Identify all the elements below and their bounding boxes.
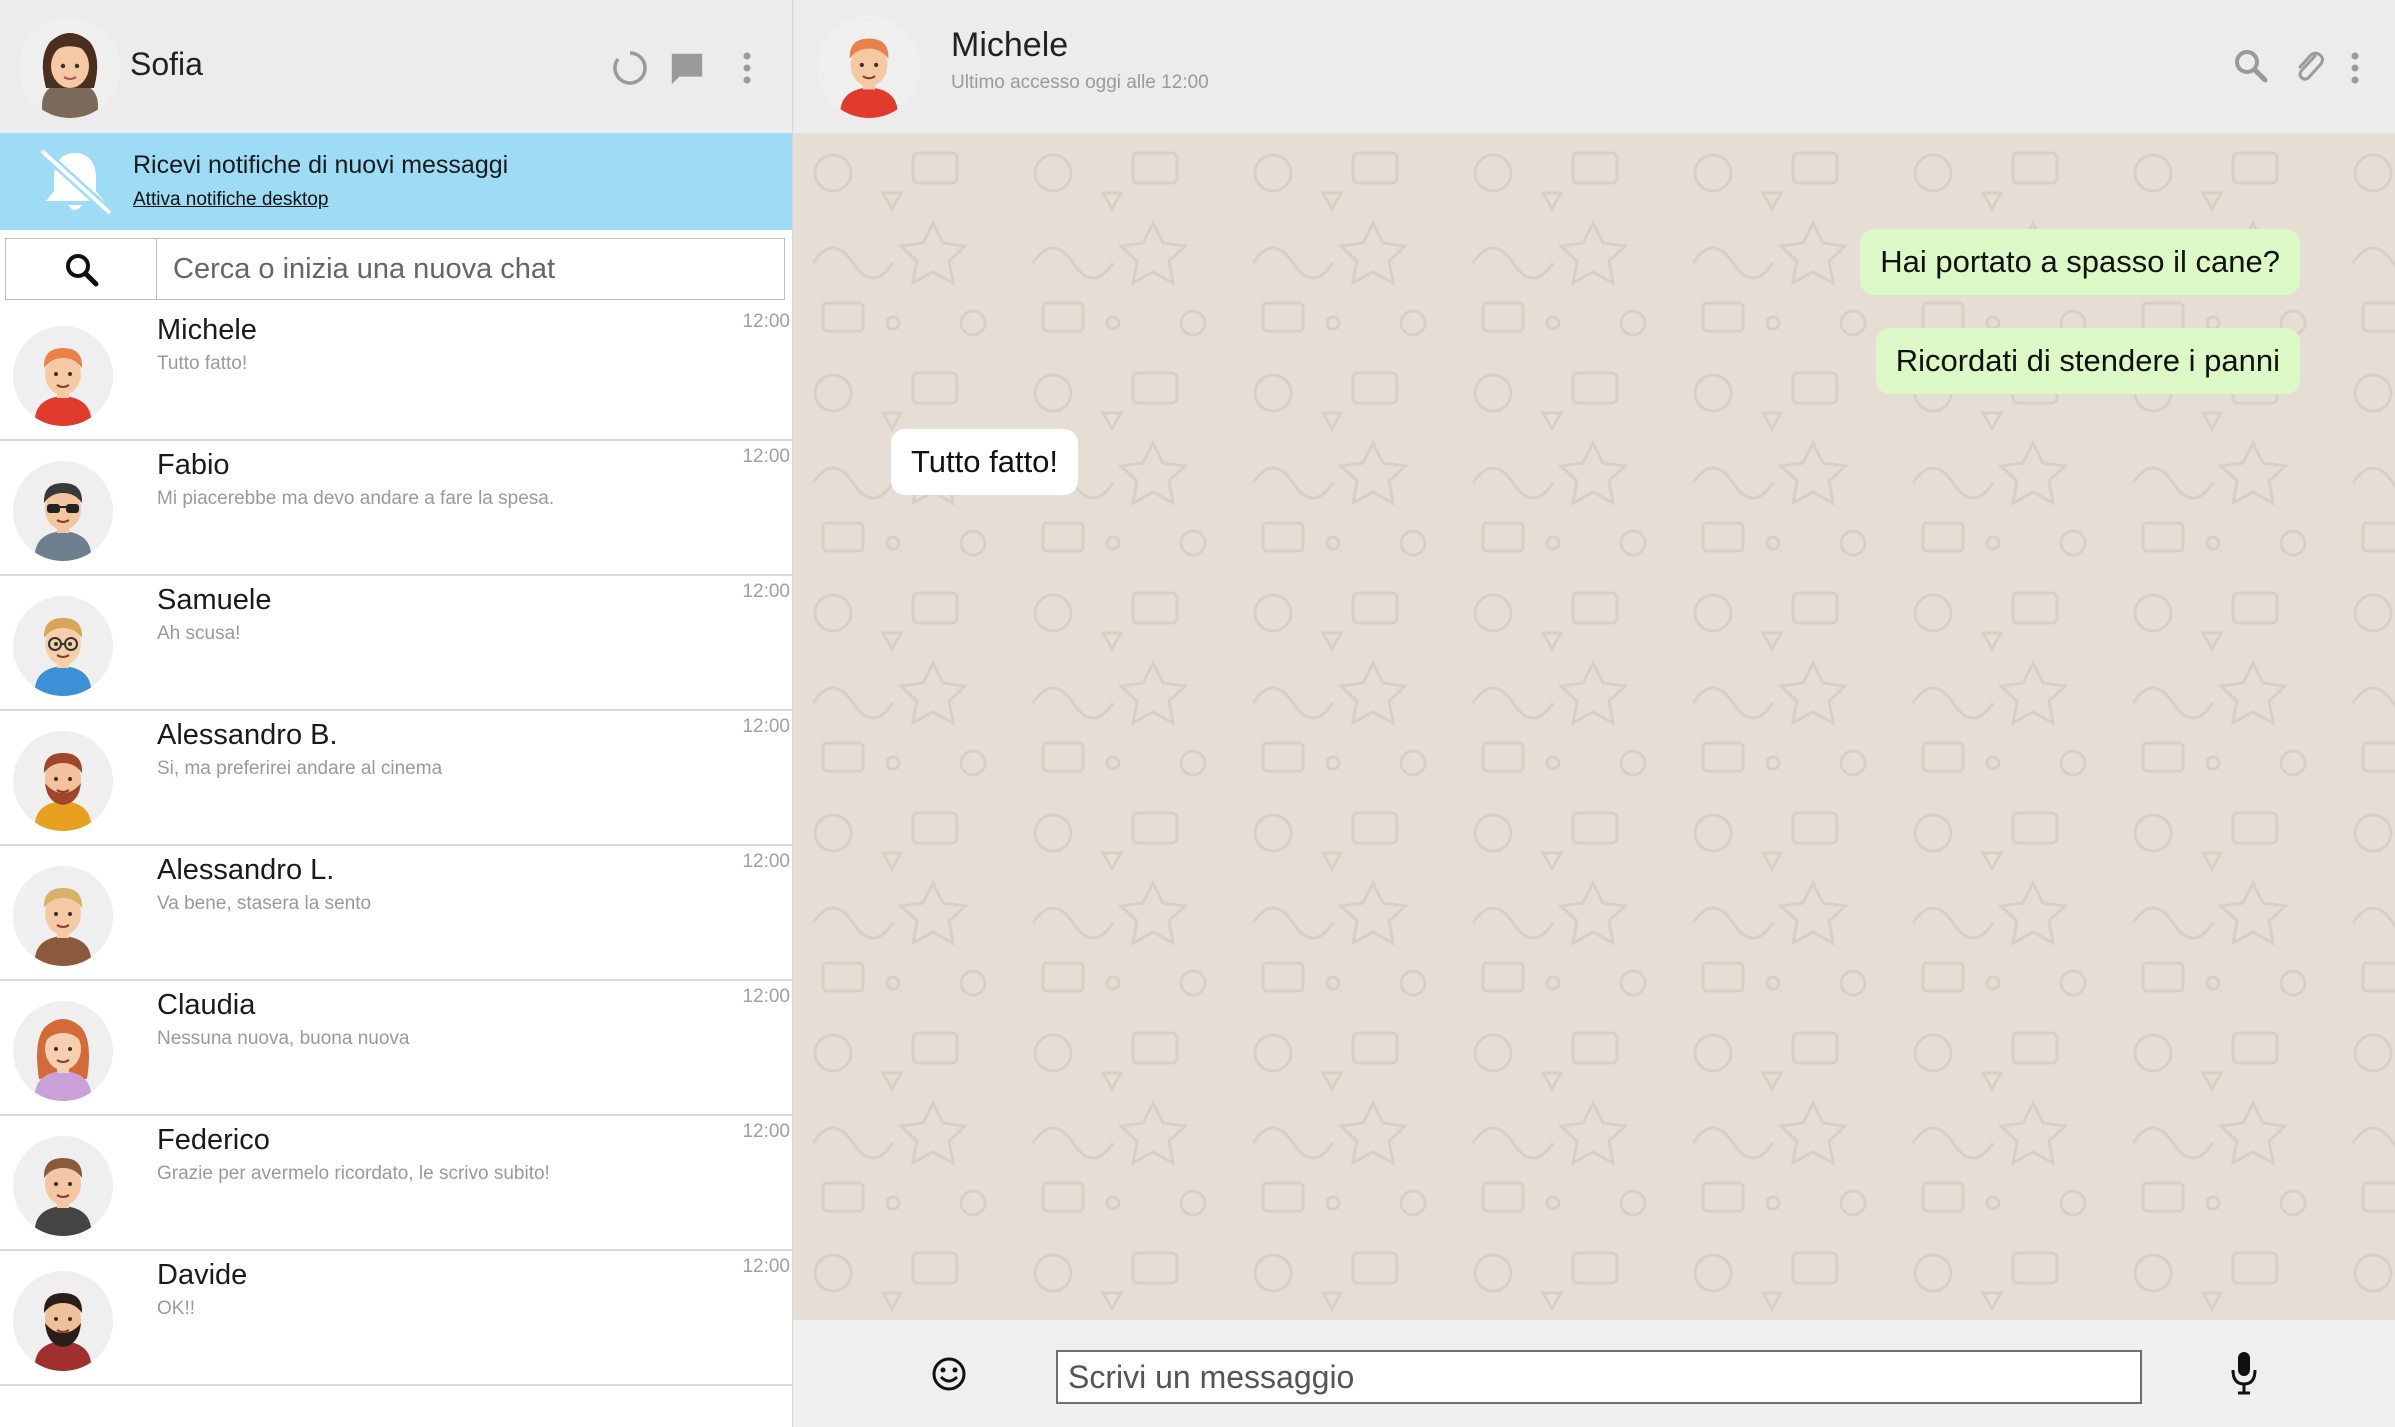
chat-last-message: Si, ma preferirei andare al cinema (157, 758, 443, 779)
chat-list-item[interactable]: Alessandro B. Si, ma preferirei andare a… (0, 711, 792, 846)
contact-avatar[interactable] (818, 16, 920, 118)
chat-list-item[interactable]: Alessandro L. Va bene, stasera la sento … (0, 846, 792, 981)
message-bubble-sent[interactable]: Hai portato a spasso il cane? (1860, 229, 2300, 295)
chat-list: Michele Tutto fatto! 12:00 Fabio Mi piac… (0, 306, 792, 1386)
chat-contact-name: Fabio (157, 449, 230, 481)
left-header: Sofia (0, 0, 792, 133)
chat-contact-name: Davide (157, 1259, 248, 1291)
contact-avatar (13, 461, 113, 561)
message-input[interactable] (1056, 1350, 2142, 1404)
contact-name[interactable]: Michele (951, 26, 1068, 65)
chat-contact-name: Alessandro B. (157, 719, 338, 751)
my-avatar[interactable] (20, 18, 120, 118)
message-area[interactable]: Hai portato a spasso il cane? Ricordati … (793, 133, 2395, 1320)
bell-off-icon (30, 147, 120, 217)
chat-last-message: Ah scusa! (157, 623, 241, 644)
chat-contact-name: Samuele (157, 584, 272, 616)
conversation-header: Michele Ultimo accesso oggi alle 12:00 (793, 0, 2395, 133)
chat-contact-name: Federico (157, 1124, 270, 1156)
chat-list-item[interactable]: Fabio Mi piacerebbe ma devo andare a far… (0, 441, 792, 576)
contact-avatar (13, 866, 113, 966)
chat-list-panel: Sofia Ricevi notifiche di nuovi messaggi… (0, 0, 793, 1427)
chat-contact-name: Michele (157, 314, 257, 346)
chat-contact-name: Alessandro L. (157, 854, 335, 886)
chat-timestamp: 12:00 (742, 581, 790, 602)
chat-list-item[interactable]: Michele Tutto fatto! 12:00 (0, 306, 792, 441)
chat-last-message: Va bene, stasera la sento (157, 893, 372, 914)
chat-contact-name: Claudia (157, 989, 256, 1021)
new-chat-icon[interactable] (668, 50, 706, 88)
chat-list-item[interactable]: Federico Grazie per avermelo ricordato, … (0, 1116, 792, 1251)
emoji-icon[interactable] (930, 1355, 968, 1393)
contact-last-seen: Ultimo accesso oggi alle 12:00 (951, 72, 1209, 93)
chat-last-message: Grazie per avermelo ricordato, le scrivo… (157, 1163, 550, 1184)
chat-background-pattern (793, 133, 2395, 1320)
chat-timestamp: 12:00 (742, 1121, 790, 1142)
chat-timestamp: 12:00 (742, 716, 790, 737)
contact-avatar (13, 326, 113, 426)
search-bar (0, 230, 792, 306)
search-icon (66, 254, 99, 287)
chat-last-message: Mi piacerebbe ma devo andare a fare la s… (157, 488, 555, 509)
chat-timestamp: 12:00 (742, 1256, 790, 1277)
message-bubble-sent[interactable]: Ricordati di stendere i panni (1875, 328, 2300, 394)
contact-avatar (13, 731, 113, 831)
chat-last-message: Tutto fatto! (157, 353, 248, 374)
chat-timestamp: 12:00 (742, 986, 790, 1007)
my-name: Sofia (130, 46, 203, 82)
search-button[interactable] (5, 238, 157, 300)
notification-banner: Ricevi notifiche di nuovi messaggi Attiv… (0, 133, 792, 230)
conversation-panel: Michele Ultimo accesso oggi alle 12:00 H… (793, 0, 2395, 1427)
contact-avatar (13, 1001, 113, 1101)
status-icon[interactable] (610, 48, 650, 88)
chat-list-item[interactable]: Davide OK!! 12:00 (0, 1251, 792, 1386)
notification-title: Ricevi notifiche di nuovi messaggi (133, 151, 509, 179)
chat-timestamp: 12:00 (742, 311, 790, 332)
microphone-icon[interactable] (2229, 1350, 2259, 1396)
search-icon[interactable] (2233, 48, 2269, 84)
chat-last-message: Nessuna nuova, buona nuova (157, 1028, 410, 1049)
composer-bar (793, 1320, 2395, 1427)
chat-timestamp: 12:00 (742, 446, 790, 467)
contact-avatar (13, 596, 113, 696)
menu-dots-icon[interactable] (735, 48, 759, 88)
contact-avatar (13, 1136, 113, 1236)
enable-notifications-link[interactable]: Attiva notifiche desktop (133, 189, 328, 211)
chat-last-message: OK!! (157, 1298, 196, 1319)
chat-list-item[interactable]: Claudia Nessuna nuova, buona nuova 12:00 (0, 981, 792, 1116)
message-bubble-received[interactable]: Tutto fatto! (891, 429, 1079, 495)
contact-avatar (13, 1271, 113, 1371)
chat-timestamp: 12:00 (742, 851, 790, 872)
chat-list-item[interactable]: Samuele Ah scusa! 12:00 (0, 576, 792, 711)
search-input[interactable] (157, 238, 785, 300)
paperclip-icon[interactable] (2293, 48, 2325, 84)
menu-dots-icon[interactable] (2343, 48, 2367, 88)
